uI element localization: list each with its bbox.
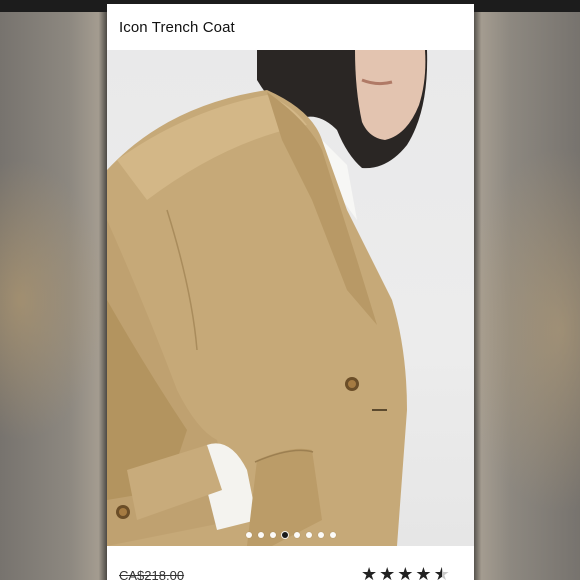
- star-icon: ★: [361, 564, 378, 580]
- carousel-dot-3[interactable]: [269, 532, 276, 538]
- carousel-dot-8[interactable]: [329, 532, 336, 538]
- star-icon: ★: [415, 564, 432, 580]
- carousel-dot-5[interactable]: [293, 532, 300, 538]
- price-bar: CA$218.00 ★ ★ ★ ★ ★: [107, 546, 474, 580]
- product-image-carousel[interactable]: [107, 50, 474, 546]
- product-screen: Icon Trench Coat CA$218.00 ★ ★ ★ ★ ★: [107, 4, 474, 580]
- product-photo: [107, 50, 428, 546]
- half-star-icon: ★: [434, 565, 450, 580]
- carousel-dot-2[interactable]: [257, 532, 264, 538]
- carousel-dot-1[interactable]: [245, 532, 252, 538]
- carousel-dot-7[interactable]: [317, 532, 324, 538]
- star-icon: ★: [397, 564, 414, 580]
- rating-stars: ★ ★ ★ ★ ★: [361, 565, 450, 580]
- star-icon: ★: [379, 564, 396, 580]
- title-bar: Icon Trench Coat: [107, 4, 474, 50]
- carousel-dot-6[interactable]: [305, 532, 312, 538]
- original-price: CA$218.00: [119, 568, 185, 580]
- carousel-dot-4-active[interactable]: [281, 532, 288, 538]
- carousel-indicators: [107, 532, 474, 538]
- product-title: Icon Trench Coat: [119, 18, 235, 36]
